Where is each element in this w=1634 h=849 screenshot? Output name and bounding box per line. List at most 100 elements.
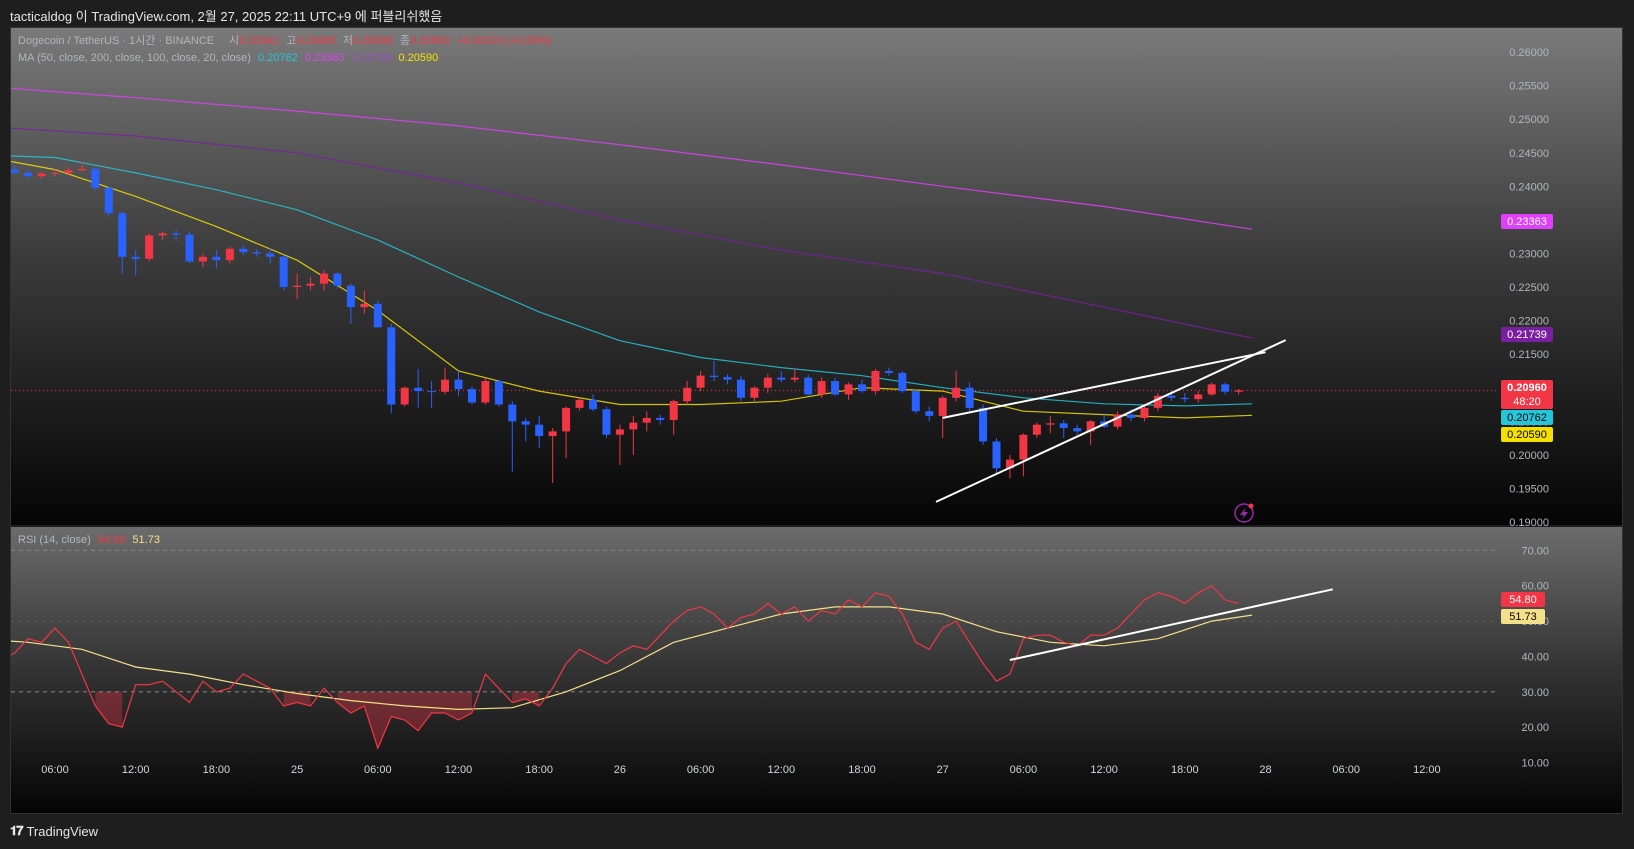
candle-body xyxy=(548,431,557,437)
badge-rsi-ma: 51.73 xyxy=(1501,609,1545,624)
legend-ma[interactable]: MA (50, close, 200, close, 100, close, 2… xyxy=(18,52,438,64)
time-tick-label: 12:00 xyxy=(122,764,150,776)
candle-body xyxy=(1140,407,1149,418)
candle-body xyxy=(589,399,597,410)
candle-body xyxy=(683,387,692,402)
candle-body xyxy=(615,429,624,435)
footer-brand[interactable]: TradingView xyxy=(26,824,98,839)
candle-body xyxy=(77,168,86,171)
candle xyxy=(104,186,113,217)
time-tick-label: 06:00 xyxy=(41,764,69,776)
candle xyxy=(911,389,920,414)
rsi-tick-label: 30.00 xyxy=(1521,687,1549,699)
chart-frame: 0.260000.255000.250000.245000.240000.235… xyxy=(0,27,1623,814)
candle-body xyxy=(952,387,961,398)
candle-body xyxy=(10,169,19,173)
candle-body xyxy=(279,256,288,288)
rsi-tick-label: 70.00 xyxy=(1521,545,1549,557)
price-tick-label: 0.22000 xyxy=(1509,316,1549,328)
candle xyxy=(1207,382,1216,396)
candle-body xyxy=(831,381,840,395)
legend-open-label: 시 xyxy=(229,35,239,47)
candle-body xyxy=(64,170,73,173)
price-tick-label: 0.24000 xyxy=(1509,181,1549,193)
legend-rsi-label: RSI (14, close) xyxy=(18,534,91,546)
svg-text:0.21739: 0.21739 xyxy=(1507,329,1547,341)
time-tick-label: 12:00 xyxy=(1090,764,1118,776)
candle-body xyxy=(1167,395,1176,398)
candle-body xyxy=(333,273,342,286)
svg-text:51.73: 51.73 xyxy=(1509,611,1537,623)
candle xyxy=(185,231,194,263)
candle-body xyxy=(158,233,167,236)
candle-body xyxy=(696,375,705,388)
legend-symbol[interactable]: Dogecoin / TetherUS · 1시간 · BINANCE xyxy=(18,34,214,47)
candle-body xyxy=(642,417,651,423)
price-tick-label: 0.21500 xyxy=(1509,349,1549,361)
candle-body xyxy=(414,387,423,392)
candle-body xyxy=(427,391,436,393)
candle xyxy=(387,323,396,414)
badge-last-price: 0.20960 48:20 xyxy=(1501,380,1553,409)
candle-body xyxy=(575,399,584,408)
candle-body xyxy=(131,256,140,259)
time-tick-label: 28 xyxy=(1259,764,1271,776)
price-tick-label: 0.19000 xyxy=(1509,517,1549,529)
price-tick-label: 0.26000 xyxy=(1509,47,1549,59)
countdown: 48:20 xyxy=(1513,396,1541,408)
candle-body xyxy=(198,256,207,262)
legend-low: 0.20908 xyxy=(353,35,393,47)
legend-rsi-value: 54.80 xyxy=(98,534,126,546)
legend-high: 0.20980 xyxy=(296,35,336,47)
price-tick-label: 0.22500 xyxy=(1509,282,1549,294)
chart-svg[interactable]: 0.260000.255000.250000.245000.240000.235… xyxy=(0,28,1622,813)
time-tick-label: 18:00 xyxy=(1171,764,1199,776)
price-tick-label: 0.25000 xyxy=(1509,114,1549,126)
candle xyxy=(467,386,476,405)
price-pane-bg xyxy=(11,28,1622,525)
legend-ma-label: MA (50, close, 200, close, 100, close, 2… xyxy=(18,52,251,64)
candle-body xyxy=(145,235,154,259)
candle-body xyxy=(817,381,826,395)
candle-body xyxy=(508,404,517,422)
candle-body xyxy=(656,417,665,420)
rsi-tick-label: 40.00 xyxy=(1521,651,1549,663)
candle-body xyxy=(51,172,59,174)
legend-close: 0.20960 xyxy=(410,35,450,47)
candle-body xyxy=(91,168,100,188)
candle-body xyxy=(629,422,638,430)
badge-ma200: 0.23363 xyxy=(1501,214,1553,229)
candle-body xyxy=(1046,423,1055,425)
pane-divider[interactable] xyxy=(11,525,1622,527)
legend-ma50: 0.20762 xyxy=(258,52,298,64)
badge-ma20: 0.20590 xyxy=(1501,427,1553,442)
legend-open: 0.20941 xyxy=(239,35,279,47)
candle xyxy=(871,368,880,395)
candle xyxy=(400,386,409,407)
candle-body xyxy=(346,285,355,308)
legend-rsi[interactable]: RSI (14, close) 54.80 51.73 xyxy=(18,534,160,546)
rsi-tick-label: 20.00 xyxy=(1521,722,1549,734)
time-tick-label: 06:00 xyxy=(364,764,392,776)
candle-body xyxy=(804,377,813,395)
time-tick-label: 18:00 xyxy=(203,764,231,776)
candle-body xyxy=(710,375,719,377)
candle-body xyxy=(225,248,234,261)
legend-ohlc: 시0.20941 고0.20980 저0.20908 종0.20960 +0.0… xyxy=(229,34,551,47)
candle-body xyxy=(1180,397,1189,400)
tradingview-logo-icon[interactable]: 𝟏𝟕 xyxy=(10,823,24,839)
candle-body xyxy=(172,233,181,235)
candle-body xyxy=(750,387,759,398)
candle-body xyxy=(118,213,127,257)
candle-body xyxy=(777,377,786,380)
footer: 𝟏𝟕 TradingView xyxy=(10,823,98,839)
time-tick-label: 27 xyxy=(937,764,949,776)
candle-body xyxy=(467,389,476,403)
candle xyxy=(481,377,490,405)
candle-body xyxy=(898,372,907,392)
candle-body xyxy=(185,234,194,262)
time-tick-label: 26 xyxy=(614,764,626,776)
candle-body xyxy=(387,327,396,405)
candle-body xyxy=(871,370,880,392)
time-tick-label: 06:00 xyxy=(687,764,715,776)
